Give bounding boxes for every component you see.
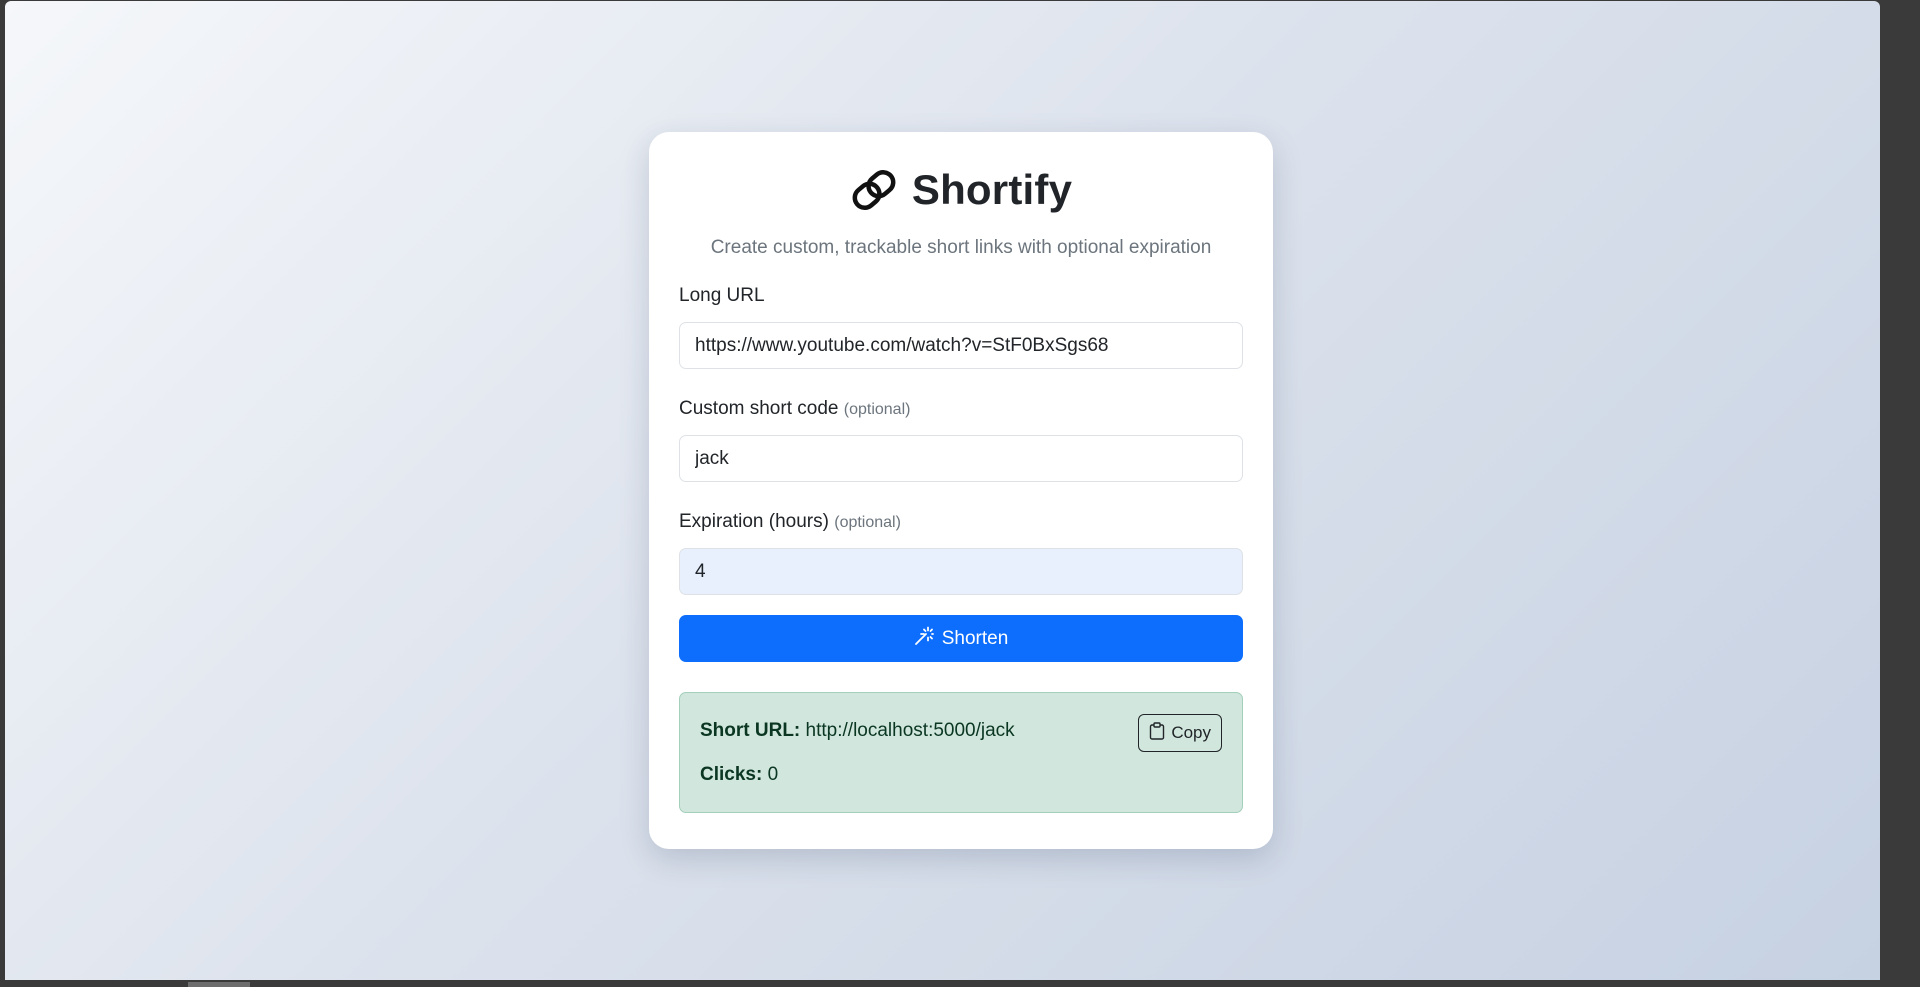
- taskbar-indicator: [188, 982, 250, 987]
- shorten-button-label: Shorten: [941, 627, 1009, 649]
- short-url-label: Short URL:: [700, 720, 801, 741]
- long-url-input[interactable]: [679, 322, 1243, 369]
- copy-button-label: Copy: [1171, 723, 1211, 742]
- brand-header: Shortify: [679, 162, 1243, 218]
- browser-viewport: Shortify Create custom, trackable short …: [5, 1, 1880, 980]
- magic-wand-icon: [914, 626, 934, 652]
- clicks-label: Clicks:: [700, 764, 763, 785]
- clicks-value: 0: [767, 764, 779, 785]
- copy-button[interactable]: Copy: [1138, 714, 1222, 752]
- expiration-label: Expiration (hours) (optional): [679, 508, 1243, 536]
- app-title: Shortify: [911, 166, 1073, 213]
- shortener-card: Shortify Create custom, trackable short …: [649, 132, 1273, 849]
- clipboard-icon: [1149, 721, 1165, 745]
- short-code-input[interactable]: [679, 435, 1243, 482]
- shorten-button[interactable]: Shorten: [679, 615, 1243, 662]
- link-icon: [850, 166, 898, 214]
- clicks-row: Clicks: 0: [700, 761, 778, 789]
- short-code-optional-hint: (optional): [843, 401, 911, 418]
- expiration-optional-hint: (optional): [834, 514, 901, 531]
- long-url-label-text: Long URL: [679, 285, 765, 306]
- long-url-label: Long URL: [679, 282, 1243, 310]
- result-panel: Short URL: http://localhost:5000/jack Co…: [679, 692, 1243, 813]
- short-code-label-text: Custom short code: [679, 398, 839, 419]
- short-url-row: Short URL: http://localhost:5000/jack: [700, 717, 1015, 745]
- short-url-value: http://localhost:5000/jack: [805, 720, 1015, 741]
- expiration-label-text: Expiration (hours): [679, 511, 829, 532]
- app-subtitle: Create custom, trackable short links wit…: [710, 237, 1212, 258]
- short-code-label: Custom short code (optional): [679, 395, 1243, 423]
- expiration-input[interactable]: [679, 548, 1243, 595]
